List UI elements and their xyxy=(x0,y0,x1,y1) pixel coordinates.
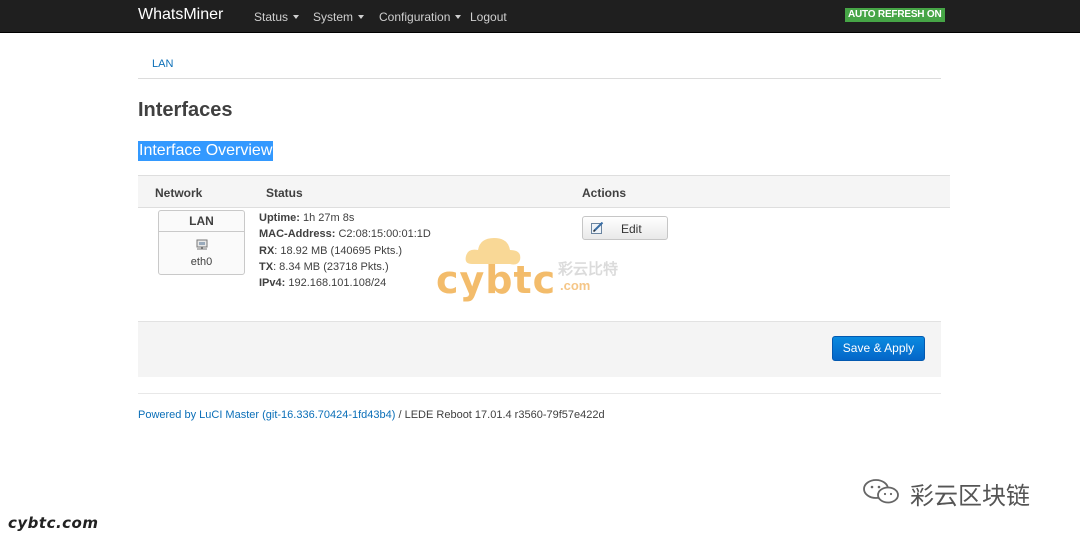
status-uptime: Uptime: 1h 27m 8s xyxy=(259,210,431,226)
tab-lan[interactable]: LAN xyxy=(152,58,173,70)
menu-configuration-label: Configuration xyxy=(379,10,451,24)
status-uptime-value: 1h 27m 8s xyxy=(303,212,355,224)
table-header: Network Status Actions xyxy=(138,175,950,208)
menu-status[interactable]: Status xyxy=(254,10,300,24)
auto-refresh-badge[interactable]: AUTO REFRESH ON xyxy=(845,8,945,22)
status-rx: RX: 18.92 MB (140695 Pkts.) xyxy=(259,243,431,259)
network-badge-lan: LAN eth0 xyxy=(158,210,245,275)
status-mac-label: MAC-Address: xyxy=(259,228,336,241)
network-port-icon xyxy=(196,239,208,250)
save-apply-button[interactable]: Save & Apply xyxy=(832,336,925,361)
status-rx-label: RX xyxy=(259,244,275,257)
top-navbar: WhatsMiner Status System Configuration L… xyxy=(0,0,1080,33)
menu-status-label: Status xyxy=(254,10,289,24)
interface-status: Uptime: 1h 27m 8s MAC-Address: C2:08:15:… xyxy=(259,210,431,291)
watermark-com-text: .com xyxy=(560,278,591,293)
network-name: LAN xyxy=(159,211,244,232)
column-header-status: Status xyxy=(266,186,303,200)
tabs-divider xyxy=(138,78,941,79)
footer-version: / LEDE Reboot 17.01.4 r3560-79f57e422d xyxy=(395,409,605,421)
status-rx-value: : 18.92 MB (140695 Pkts.) xyxy=(274,244,403,257)
status-mac-value: C2:08:15:00:01:1D xyxy=(338,228,431,241)
chevron-down-icon xyxy=(455,15,462,19)
menu-system[interactable]: System xyxy=(313,10,365,24)
menu-configuration[interactable]: Configuration xyxy=(379,10,462,24)
column-header-actions: Actions xyxy=(582,186,627,200)
wechat-icon xyxy=(863,479,899,504)
status-ipv4: IPv4: 192.168.101.108/24 xyxy=(259,275,431,291)
network-device: eth0 xyxy=(190,256,213,268)
chevron-down-icon xyxy=(358,15,365,19)
watermark-main-text: cybtc xyxy=(436,258,557,302)
status-mac: MAC-Address: C2:08:15:00:01:1D xyxy=(259,226,431,242)
status-ipv4-value: 192.168.101.108/24 xyxy=(288,277,387,290)
watermark-logo: cybtc 彩云比特 .com xyxy=(430,232,650,307)
menu-logout[interactable]: Logout xyxy=(470,10,507,24)
column-header-network: Network xyxy=(155,186,203,200)
footer-divider xyxy=(138,393,941,394)
footer: Powered by LuCI Master (git-16.336.70424… xyxy=(138,409,605,421)
form-actions-bar xyxy=(138,321,941,377)
watermark-bottom-right-text: 彩云区块链 xyxy=(910,482,1030,510)
chevron-down-icon xyxy=(293,15,300,19)
status-ipv4-label: IPv4: xyxy=(259,277,286,290)
section-title: Interface Overview xyxy=(138,141,274,161)
menu-system-label: System xyxy=(313,10,354,24)
status-uptime-label: Uptime: xyxy=(259,212,300,224)
watermark-bottom-left: cybtc.com xyxy=(8,514,99,532)
status-tx-label: TX xyxy=(259,260,274,273)
status-tx: TX: 8.34 MB (23718 Pkts.) xyxy=(259,259,431,275)
footer-luci-link[interactable]: Powered by LuCI Master (git-16.336.70424… xyxy=(138,409,395,421)
status-tx-value: : 8.34 MB (23718 Pkts.) xyxy=(273,260,389,273)
page-title: Interfaces xyxy=(138,99,233,121)
watermark-cn-text: 彩云比特 xyxy=(558,261,619,278)
brand-logo[interactable]: WhatsMiner xyxy=(138,6,223,24)
